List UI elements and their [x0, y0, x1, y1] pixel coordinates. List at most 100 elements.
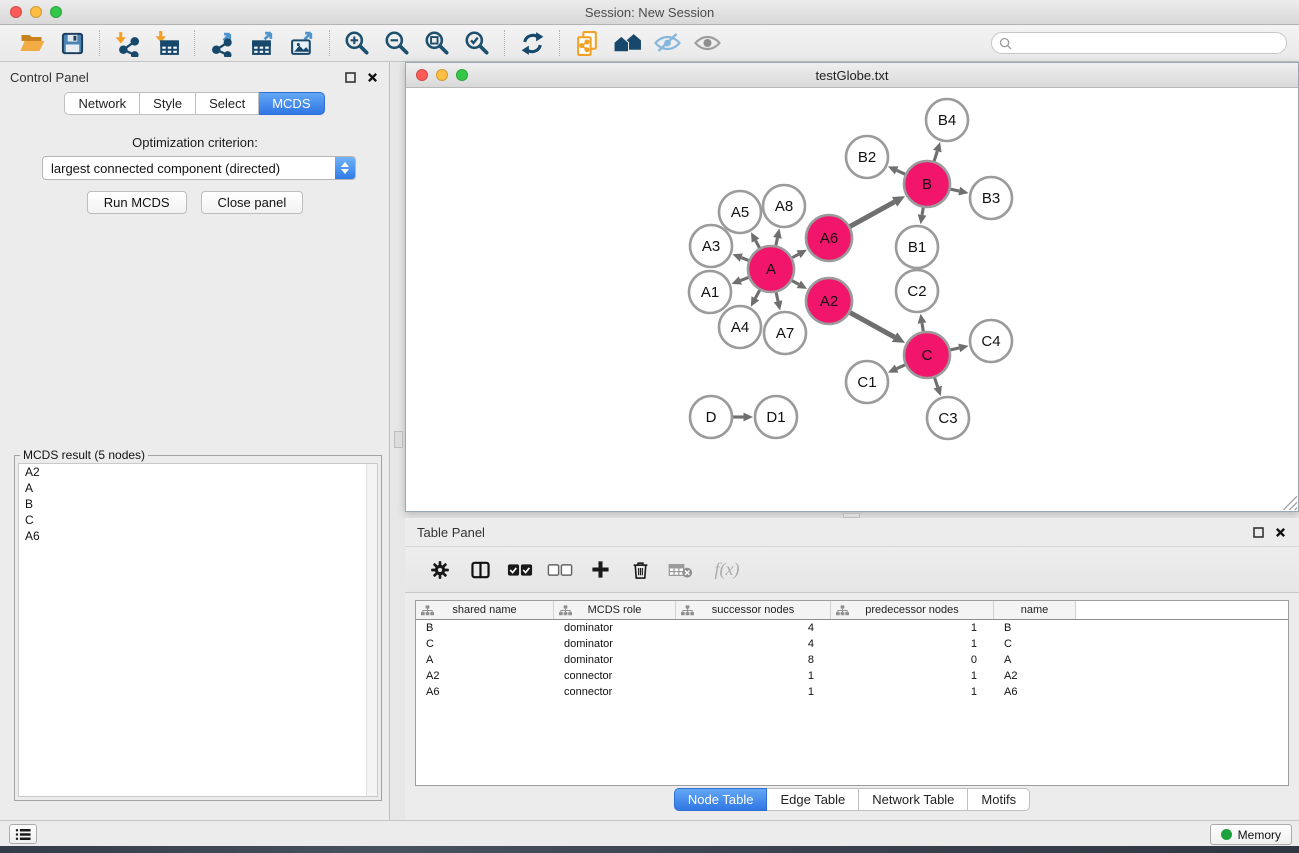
table-cell: A6	[416, 686, 554, 698]
deselect-all-button[interactable]	[545, 554, 575, 586]
optimization-criterion-select[interactable]: largest connected component (directed)	[42, 156, 356, 180]
result-scrollbar[interactable]	[366, 464, 377, 796]
network-window-titlebar[interactable]: testGlobe.txt	[406, 63, 1298, 88]
new-network-from-selection-button[interactable]	[567, 28, 607, 58]
edge-A-A3[interactable]	[741, 258, 748, 261]
close-table-panel-icon[interactable]	[1274, 526, 1287, 539]
table-row[interactable]: A6connector11A6	[416, 684, 1288, 700]
edge-A-A4[interactable]	[755, 290, 759, 298]
table-row[interactable]: Adominator80A	[416, 652, 1288, 668]
zoom-fit-button[interactable]	[417, 28, 457, 58]
refresh-button[interactable]	[512, 28, 552, 58]
close-panel-icon[interactable]	[366, 71, 379, 84]
edge-A-A1[interactable]	[740, 277, 748, 280]
edge-C-C1[interactable]	[897, 365, 905, 369]
result-list-item[interactable]: A2	[19, 464, 377, 480]
tab-select[interactable]: Select	[196, 92, 259, 115]
table-row[interactable]: Cdominator41C	[416, 636, 1288, 652]
node-table-body: Bdominator41BCdominator41CAdominator80AA…	[416, 620, 1288, 700]
run-mcds-button[interactable]: Run MCDS	[87, 191, 187, 214]
table-tab-motifs[interactable]: Motifs	[968, 788, 1030, 811]
apply-function-button[interactable]: f(x)	[705, 554, 749, 586]
edge-B-B2[interactable]	[897, 170, 905, 174]
column-label: MCDS role	[588, 604, 642, 616]
table-tab-edge-table[interactable]: Edge Table	[767, 788, 859, 811]
open-file-button[interactable]	[12, 28, 52, 58]
tab-network[interactable]: Network	[64, 92, 140, 115]
table-cell: 1	[676, 686, 831, 698]
table-row[interactable]: Bdominator41B	[416, 620, 1288, 636]
vertical-splitter-handle[interactable]	[394, 431, 403, 448]
search-input[interactable]	[1012, 36, 1286, 50]
graph-node-label: A	[766, 261, 776, 278]
column-header-successor-nodes[interactable]: successor nodes	[676, 601, 831, 619]
edge-C-C3[interactable]	[935, 378, 938, 387]
network-graph[interactable]: B4B2BB3A5A8A6B1A3AA1C2A2A4A7C4CC1C3DD1	[406, 88, 1298, 511]
tab-mcds[interactable]: MCDS	[259, 92, 324, 115]
node-table[interactable]: shared name MCDS role successor nodesprede…	[415, 600, 1289, 786]
zoom-fit-icon	[423, 29, 451, 57]
show-all-button[interactable]	[687, 28, 727, 58]
network-window[interactable]: testGlobe.txt B4B2BB3A5A8A6B1A3AA1C2A2A4…	[405, 62, 1299, 512]
edge-A6-B[interactable]	[850, 202, 895, 227]
table-settings-button[interactable]	[425, 554, 455, 586]
table-tab-node-table[interactable]: Node Table	[674, 788, 768, 811]
table-cell: 4	[676, 638, 831, 650]
control-panel: Control Panel NetworkStyleSelectMCDS Opt…	[0, 62, 390, 820]
zoom-selected-button[interactable]	[457, 28, 497, 58]
toggle-column-view-button[interactable]	[465, 554, 495, 586]
delete-table-button[interactable]	[665, 554, 695, 586]
result-list-item[interactable]: C	[19, 512, 377, 528]
table-cell: dominator	[554, 638, 676, 650]
window-titlebar[interactable]: Session: New Session	[0, 0, 1299, 25]
close-panel-button[interactable]: Close panel	[201, 191, 304, 214]
zoom-in-button[interactable]	[337, 28, 377, 58]
table-tab-network-table[interactable]: Network Table	[859, 788, 968, 811]
memory-button[interactable]: Memory	[1210, 824, 1292, 845]
table-cell: connector	[554, 686, 676, 698]
column-header-name[interactable]: name	[994, 601, 1076, 619]
result-list-item[interactable]: A	[19, 480, 377, 496]
result-list-item[interactable]: A6	[19, 528, 377, 544]
resize-grip[interactable]	[1283, 496, 1297, 510]
column-header-MCDS-role[interactable]: MCDS role	[554, 601, 676, 619]
column-header-predecessor-nodes[interactable]: predecessor nodes	[831, 601, 994, 619]
task-history-button[interactable]	[9, 824, 37, 844]
float-panel-icon[interactable]	[344, 71, 357, 84]
edge-A-A6[interactable]	[792, 254, 798, 257]
create-column-button[interactable]	[585, 554, 615, 586]
tab-style[interactable]: Style	[140, 92, 196, 115]
hide-selected-button[interactable]	[647, 28, 687, 58]
control-panel-tabs: NetworkStyleSelectMCDS	[0, 92, 389, 115]
edge-C-C2[interactable]	[922, 323, 923, 331]
select-all-button[interactable]	[505, 554, 535, 586]
edge-B-B4[interactable]	[934, 151, 937, 161]
edge-C-C4[interactable]	[950, 348, 959, 350]
network-canvas[interactable]: B4B2BB3A5A8A6B1A3AA1C2A2A4A7C4CC1C3DD1	[406, 88, 1298, 511]
delete-columns-button[interactable]	[625, 554, 655, 586]
graph-node-label: B	[922, 176, 932, 193]
result-list-item[interactable]: B	[19, 496, 377, 512]
mcds-result-list[interactable]: A2ABCA6	[18, 463, 378, 797]
save-session-button[interactable]	[52, 28, 92, 58]
zoom-out-button[interactable]	[377, 28, 417, 58]
import-table-button[interactable]	[147, 28, 187, 58]
table-row[interactable]: A2connector11A2	[416, 668, 1288, 684]
edge-A2-C[interactable]	[850, 313, 895, 338]
column-header-shared-name[interactable]: shared name	[416, 601, 554, 619]
edge-A-A5[interactable]	[756, 241, 760, 248]
graph-node-label: B1	[908, 239, 926, 256]
edge-B-B1[interactable]	[922, 208, 923, 215]
first-neighbors-button[interactable]	[607, 28, 647, 58]
export-table-button[interactable]	[242, 28, 282, 58]
float-table-panel-icon[interactable]	[1252, 526, 1265, 539]
search-field[interactable]	[991, 32, 1287, 54]
deselect-all-icon	[547, 561, 573, 579]
edge-B-B3[interactable]	[950, 189, 959, 191]
export-network-button[interactable]	[202, 28, 242, 58]
import-network-button[interactable]	[107, 28, 147, 58]
export-image-button[interactable]	[282, 28, 322, 58]
edge-A-A2[interactable]	[792, 281, 799, 285]
edge-A-A7[interactable]	[776, 292, 778, 301]
edge-A-A8[interactable]	[776, 238, 778, 246]
